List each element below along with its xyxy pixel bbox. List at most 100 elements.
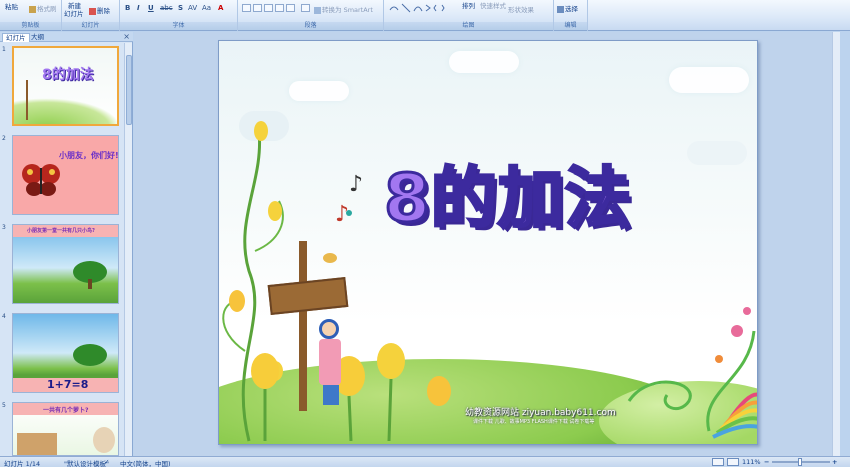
slide-thumbnail-row[interactable]: 2 小朋友，你们好! xyxy=(0,135,124,221)
font-group: B I U abc S AV Aa A 字体 xyxy=(120,0,238,31)
convert-smartart-label: 转换为 SmartArt xyxy=(322,6,373,14)
brush-icon xyxy=(29,5,36,13)
justify-icon[interactable] xyxy=(275,4,284,12)
paragraph-group-label: 段落 xyxy=(238,22,383,30)
strikethrough-button[interactable]: abc xyxy=(160,4,173,12)
editing-group: 选择 编辑 xyxy=(554,0,588,31)
ribbon: 粘贴 格式刷 剪贴板 新建 幻灯片 删除 幻灯片 B I U abc S AV … xyxy=(0,0,850,31)
delete-slide-button[interactable]: 删除 xyxy=(89,5,110,15)
slide-thumbnail-pane: 幻灯片 大纲 × 1 8的加法 2 小朋友，你们好! 3 小朋友第一堂一共有几只… xyxy=(0,32,133,456)
thumbnail-scroll-thumb[interactable] xyxy=(126,55,132,125)
slide-thumbnail[interactable]: 小朋友第一堂一共有几只小鸟? xyxy=(12,224,119,304)
language-indicator: 中文(简体，中国) xyxy=(120,460,171,467)
flowers-decoration xyxy=(251,343,451,441)
cloud xyxy=(449,51,519,73)
align-right-icon[interactable] xyxy=(264,4,273,12)
slide-number: 2 xyxy=(2,135,6,142)
thumb-greeting: 小朋友，你们好! xyxy=(59,151,119,160)
paragraph-group: 转换为 SmartArt 段落 xyxy=(238,0,384,31)
slides-group-label: 幻灯片 xyxy=(62,22,119,30)
thumbnail-scrollbar[interactable] xyxy=(124,43,132,456)
thumb-question: 一共有几个萝卜? xyxy=(43,407,89,414)
slide-number: 5 xyxy=(2,402,6,409)
select-label: 选择 xyxy=(565,5,578,13)
slide-thumbnail[interactable]: 一共有几个萝卜? xyxy=(12,402,119,456)
change-case-button[interactable]: Aa xyxy=(202,4,211,12)
slide-counter: 幻灯片 1/14 xyxy=(4,460,41,467)
cloud xyxy=(669,67,749,93)
thumb-title: 8的加法 xyxy=(42,67,94,83)
swirl-decoration xyxy=(627,307,757,439)
smartart-icon xyxy=(314,6,321,14)
music-note-icon: ♪ ♪ xyxy=(335,172,363,227)
shadow-button[interactable]: S xyxy=(178,4,183,12)
editing-group-label: 编辑 xyxy=(554,22,587,30)
tab-outline[interactable]: 大纲 xyxy=(28,33,47,42)
tab-slides[interactable]: 幻灯片 xyxy=(2,33,30,42)
arrange-button[interactable]: 排列 xyxy=(462,0,475,10)
zoom-out-icon[interactable]: − xyxy=(764,458,769,466)
pane-tabs: 幻灯片 大纲 × xyxy=(0,32,133,42)
zoom-in-icon[interactable]: + xyxy=(832,458,837,466)
child-body xyxy=(319,339,341,385)
bird xyxy=(323,253,337,263)
slide-vertical-scrollbar[interactable] xyxy=(832,32,840,456)
shapes-gallery-icon[interactable] xyxy=(388,2,450,14)
delete-icon xyxy=(89,7,96,15)
distribute-icon[interactable] xyxy=(286,4,295,12)
slide-thumbnail-row[interactable]: 4 1+7=8 xyxy=(0,313,124,399)
select-button[interactable]: 选择 xyxy=(557,3,578,13)
site-watermark: 幼教资源网站 ziyuan.baby611.com xyxy=(465,408,616,418)
current-slide[interactable]: ♪ ♪ 8的加法 幼教资源网站 ziyuan.baby611.com 课件下载 … xyxy=(218,40,758,445)
slide-number: 4 xyxy=(2,313,6,320)
quick-styles-button[interactable]: 快速样式 xyxy=(480,0,506,10)
paste-button[interactable]: 粘贴 xyxy=(5,1,18,11)
child-legs xyxy=(323,385,339,405)
bold-button[interactable]: B xyxy=(125,4,130,12)
slide-thumbnail[interactable]: 8的加法 xyxy=(12,46,119,126)
format-painter-label: 格式刷 xyxy=(37,5,57,13)
site-watermark-subtitle: 课件下载 儿歌、故事MP3 FLASH课件下载 试卷下载等 xyxy=(473,419,595,425)
theme-name: "默认设计模板" xyxy=(64,460,109,467)
clipboard-group-label: 剪贴板 xyxy=(0,22,61,30)
zoom-level[interactable]: 111% xyxy=(742,458,761,466)
slide-number: 3 xyxy=(2,224,6,231)
thumb-equation: 1+7=8 xyxy=(47,378,89,391)
format-painter-button[interactable]: 格式刷 xyxy=(29,3,57,13)
slide-thumbnail-row[interactable]: 1 8的加法 xyxy=(0,46,124,132)
butterfly-icon xyxy=(22,164,60,196)
clipboard-group: 粘贴 格式刷 剪贴板 xyxy=(0,0,62,31)
shape-effects-button[interactable]: 形状效果 xyxy=(508,4,534,14)
slides-group: 新建 幻灯片 删除 幻灯片 xyxy=(62,0,120,31)
spellcheck-icon[interactable]: ✓ xyxy=(104,458,109,466)
close-pane-icon[interactable]: × xyxy=(123,32,130,41)
align-center-icon[interactable] xyxy=(253,4,262,12)
drawing-group: 排列 快速样式 形状效果 绘图 xyxy=(384,0,554,31)
cloud xyxy=(687,141,747,165)
status-bar: 幻灯片 1/14 "默认设计模板" ✓ 中文(简体，中国) 111% − + xyxy=(0,456,850,467)
thumb-question: 小朋友第一堂一共有几只小鸟? xyxy=(27,228,95,234)
font-group-label: 字体 xyxy=(120,22,237,30)
normal-view-icon[interactable] xyxy=(712,458,724,466)
align-left-icon[interactable] xyxy=(242,4,251,12)
font-color-button[interactable]: A xyxy=(218,4,223,12)
slide-thumbnail-row[interactable]: 3 小朋友第一堂一共有几只小鸟? xyxy=(0,224,124,310)
slide-number: 1 xyxy=(2,46,6,53)
zoom-slider-knob[interactable] xyxy=(798,458,802,466)
signpost-pole xyxy=(299,241,307,411)
slide-sorter-icon[interactable] xyxy=(727,458,739,466)
drawing-group-label: 绘图 xyxy=(384,22,553,30)
char-spacing-button[interactable]: AV xyxy=(188,4,197,12)
convert-smartart-button[interactable]: 转换为 SmartArt xyxy=(314,4,373,14)
italic-button[interactable]: I xyxy=(137,4,140,12)
slide-thumbnail[interactable]: 小朋友，你们好! xyxy=(12,135,119,215)
underline-button[interactable]: U xyxy=(148,4,154,12)
cloud xyxy=(289,81,349,101)
slide-thumbnail[interactable]: 1+7=8 xyxy=(12,313,119,393)
columns-icon[interactable] xyxy=(301,4,310,12)
new-slide-button-line2[interactable]: 幻灯片 xyxy=(64,8,84,18)
cursor-icon xyxy=(557,5,564,13)
slide-title[interactable]: 8的加法 xyxy=(383,145,633,241)
slide-thumbnail-row[interactable]: 5 一共有几个萝卜? xyxy=(0,402,124,456)
svg-text:♪: ♪ xyxy=(349,172,363,197)
